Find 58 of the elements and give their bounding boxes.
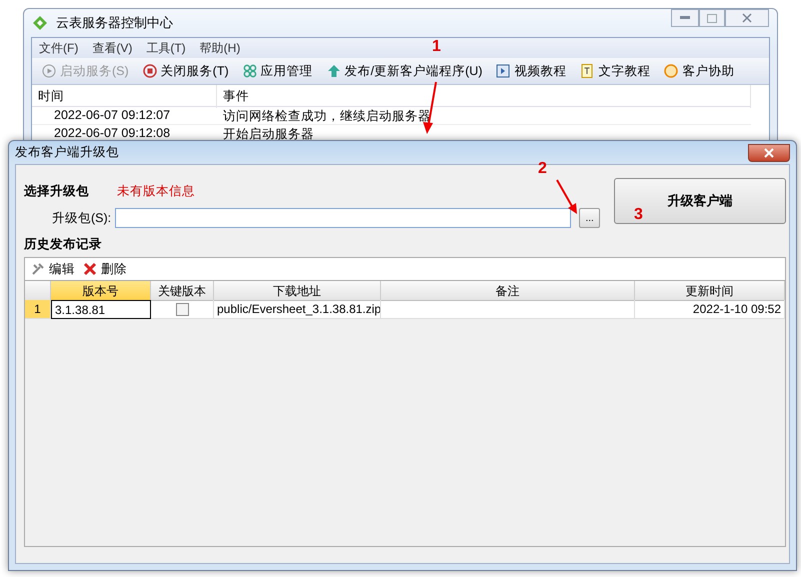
annotation-arrow [555, 180, 579, 214]
close-button[interactable] [748, 144, 790, 162]
minimize-button[interactable] [671, 9, 699, 27]
input-field[interactable] [115, 208, 572, 228]
table-cell-text: 2022-06-07 09:12:08 [53, 125, 172, 142]
annotation-number: 3 [634, 206, 643, 224]
close-icon [764, 148, 774, 158]
checkbox[interactable] [176, 303, 188, 316]
menu-item[interactable]: 帮助(H) [200, 40, 240, 56]
column-header: 备注 [381, 281, 635, 301]
menu-item[interactable]: 工具(T) [146, 40, 186, 56]
toolbar-button[interactable]: 视频教程 [496, 62, 566, 80]
app-logo-icon [32, 15, 48, 31]
column-header: 时间 [32, 85, 217, 108]
table-cell-text: 访问网络检查成功，继续启动服务器 [222, 108, 432, 125]
close-button[interactable] [725, 9, 769, 27]
toolbar-button[interactable]: 客户协助 [664, 62, 734, 80]
column-header: 关键版本 [151, 281, 214, 301]
annotation-number: 2 [538, 160, 547, 178]
toolbar-button[interactable]: 删除 [83, 260, 127, 278]
toolbar-button[interactable]: 关闭服务(T) [142, 62, 229, 80]
table-cell-text: 开始启动服务器 [222, 126, 315, 143]
menu-item[interactable]: 查看(V) [92, 40, 132, 56]
corner-header [25, 281, 51, 301]
column-header: 事件 [217, 85, 751, 108]
browse-button[interactable]: ... [579, 208, 600, 228]
up-arrow-icon [326, 64, 341, 78]
dialog-title: 发布客户端升级包 [15, 144, 119, 161]
table-cell: 2022-1-10 09:52 [635, 300, 785, 319]
status-message: 未有版本信息 [117, 184, 195, 198]
cross-icon [83, 262, 97, 276]
window-title: 云表服务器控制中心 [56, 14, 173, 32]
row-number: 1 [25, 300, 51, 319]
toolbar-button[interactable]: 应用管理 [242, 62, 313, 80]
section-title: 选择升级包 [24, 184, 89, 198]
film-icon [496, 64, 510, 78]
chat-icon [664, 64, 678, 78]
section-title: 历史发布记录 [24, 236, 103, 253]
maximize-icon [707, 14, 717, 22]
column-header: 下载地址 [214, 281, 381, 301]
maximize-button[interactable] [699, 9, 725, 27]
grid-icon [242, 64, 257, 78]
column-header: 更新时间 [635, 281, 785, 301]
menu-item[interactable]: 文件(F) [39, 40, 78, 56]
minimize-icon [680, 16, 690, 20]
toolbar-button[interactable]: 文字教程 [580, 62, 650, 80]
close-icon [742, 13, 752, 23]
table-cell-text: 2022-06-07 09:12:07 [53, 107, 172, 124]
table-cell[interactable]: 3.1.38.81 [51, 300, 151, 319]
toolbar-button[interactable]: 发布/更新客户端程序(U) [326, 62, 482, 80]
stop-icon [142, 64, 157, 78]
toolbar-button[interactable]: 编辑 [31, 260, 75, 278]
field-label: 升级包(S): [52, 210, 112, 226]
document-icon [580, 64, 594, 78]
play-icon [42, 64, 56, 78]
column-header: 版本号 [51, 281, 151, 301]
wrench-icon [31, 262, 45, 276]
annotation-number: 1 [432, 38, 441, 56]
